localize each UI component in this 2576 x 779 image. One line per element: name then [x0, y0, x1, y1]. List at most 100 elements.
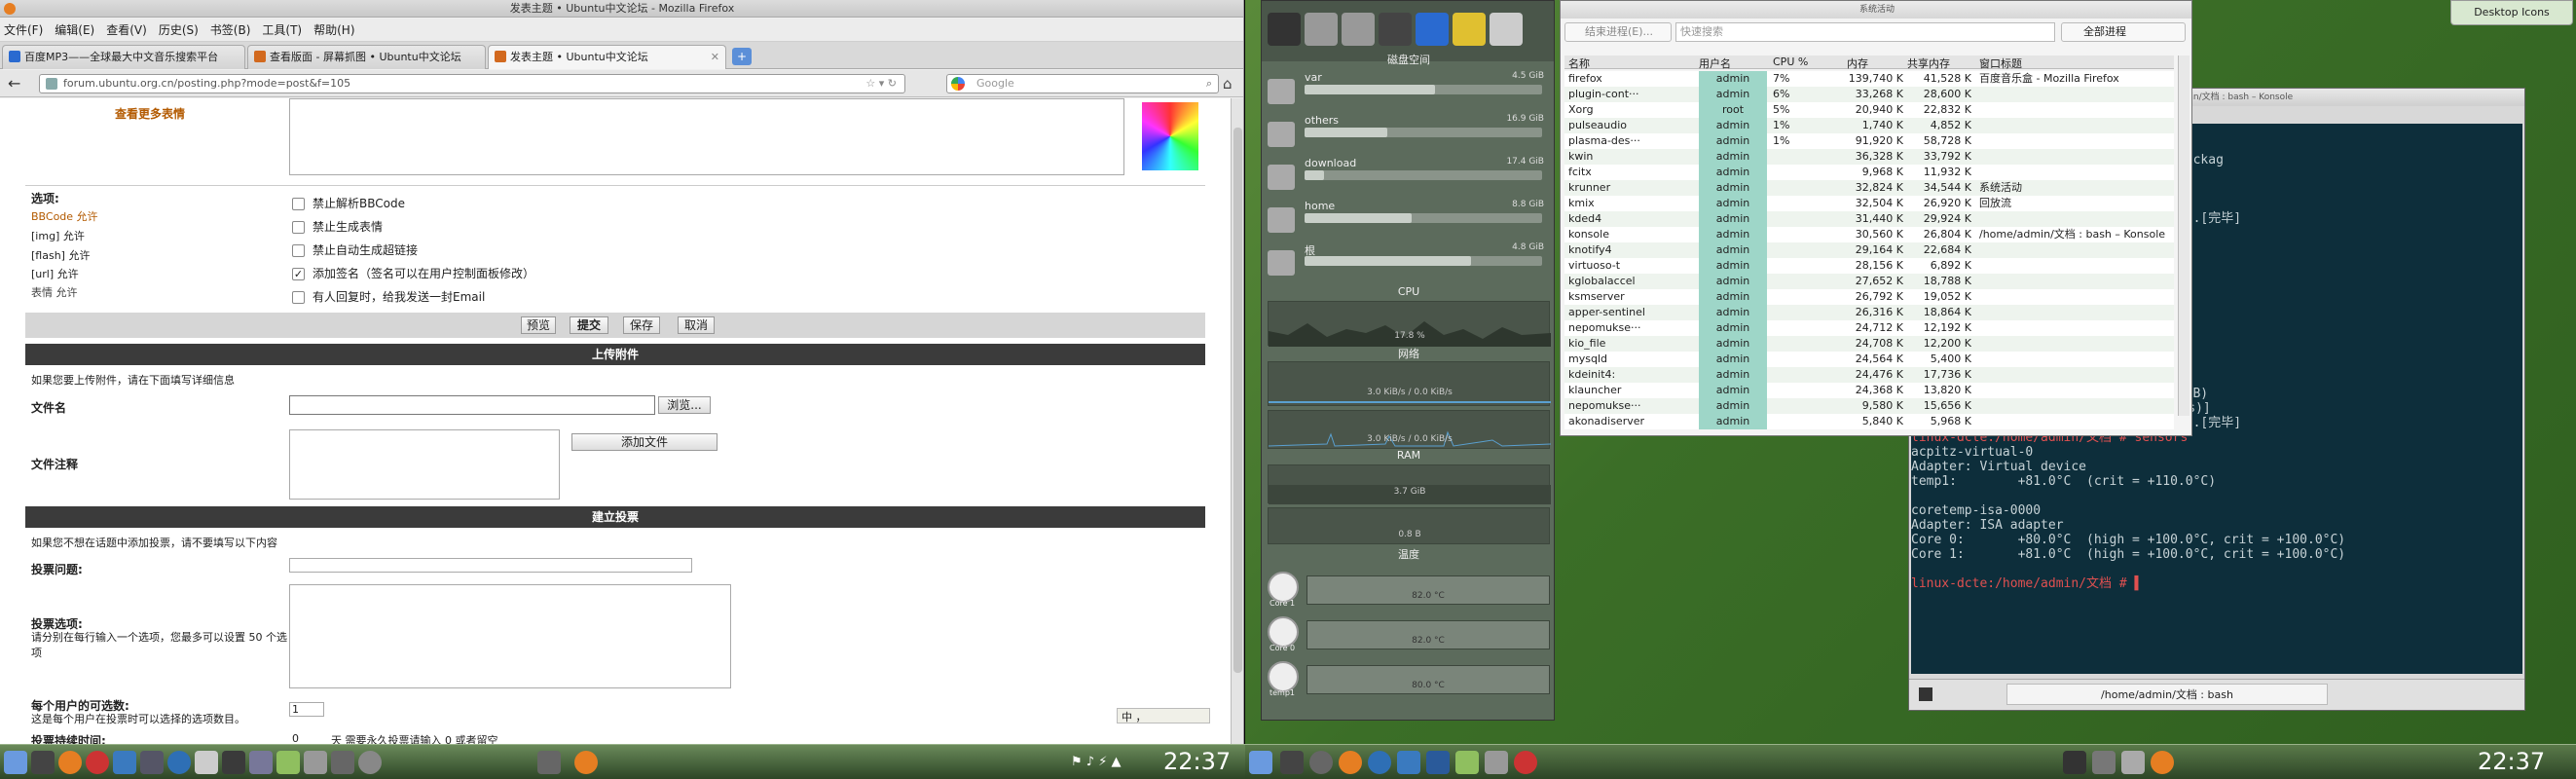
chrome-icon[interactable] — [86, 751, 109, 774]
menu-file[interactable]: 文件(F) — [4, 21, 43, 38]
process-row[interactable]: kmix admin 32,504 K 26,920 K 回放流 — [1564, 196, 2174, 211]
process-row[interactable]: ksmserver admin 26,792 K 19,052 K — [1564, 289, 2174, 305]
process-scope-select[interactable]: 全部进程 — [2061, 22, 2186, 42]
disk-icon[interactable] — [1268, 13, 1301, 46]
disc-icon[interactable] — [358, 751, 382, 774]
media-icon[interactable] — [331, 751, 354, 774]
tab-view-forum[interactable]: 查看版面 - 屏幕抓图 • Ubuntu中文论坛 — [247, 45, 486, 69]
browser-icon[interactable] — [167, 751, 191, 774]
home-icon[interactable]: ⌂ — [1223, 75, 1233, 93]
process-row[interactable]: nepomukse··· admin 24,712 K 12,192 K — [1564, 320, 2174, 336]
poll-question-input[interactable] — [289, 558, 692, 573]
calendar-icon[interactable] — [304, 751, 327, 774]
col-cpu[interactable]: CPU % — [1773, 56, 1808, 68]
desktop-icons-widget[interactable]: Desktop Icons — [2450, 0, 2573, 25]
tools-icon[interactable] — [195, 751, 218, 774]
firefox-launcher-icon[interactable] — [58, 751, 82, 774]
checkbox-box[interactable] — [292, 291, 305, 304]
firefox-task-icon[interactable] — [574, 751, 598, 774]
settings-icon[interactable] — [140, 751, 164, 774]
process-scrollbar[interactable] — [2178, 56, 2190, 416]
terminal-icon[interactable] — [31, 751, 55, 774]
process-row[interactable]: mysqld admin 24,564 K 5,400 K — [1564, 352, 2174, 367]
firefox-task-icon[interactable] — [2151, 751, 2174, 774]
gecko-icon[interactable] — [276, 751, 300, 774]
process-row[interactable]: virtuoso-t admin 28,156 K 6,892 K — [1564, 258, 2174, 274]
checkbox-disable-bbcode[interactable]: 禁止解析BBCode — [292, 195, 405, 211]
kde-menu-icon[interactable] — [4, 751, 27, 774]
terminal-app-icon[interactable] — [222, 751, 245, 774]
task-icon[interactable] — [2092, 751, 2116, 774]
disc-icon[interactable] — [1309, 751, 1333, 774]
cancel-button[interactable]: 取消 — [678, 316, 715, 334]
url-bar[interactable]: forum.ubuntu.org.cn/posting.php?mode=pos… — [39, 74, 905, 93]
browse-button[interactable]: 浏览... — [658, 396, 711, 414]
checkbox-checked-icon[interactable]: ✓ — [292, 268, 305, 280]
process-row[interactable]: krunner admin 32,824 K 34,544 K 系统活动 — [1564, 180, 2174, 196]
col-window-title[interactable]: 窗口标题 — [1979, 56, 2022, 71]
checkbox-disable-magic-url[interactable]: 禁止自动生成超链接 — [292, 241, 418, 258]
process-row[interactable]: fcitx admin 9,968 K 11,932 K — [1564, 165, 2174, 180]
tray-icons[interactable]: ⚑ ♪ ⚡ ▲ — [1071, 755, 1121, 769]
checkbox-box[interactable] — [292, 198, 305, 210]
col-user[interactable]: 用户名 — [1699, 56, 1731, 71]
process-row[interactable]: nepomukse··· admin 9,580 K 15,656 K — [1564, 398, 2174, 414]
task-terminal-icon[interactable] — [2063, 751, 2086, 774]
process-row[interactable]: plasma-des··· admin 1% 91,920 K 58,728 K — [1564, 133, 2174, 149]
new-tab-icon[interactable]: + — [732, 48, 752, 65]
menu-view[interactable]: 查看(V) — [106, 21, 147, 38]
col-shared[interactable]: 共享内存 — [1907, 56, 1950, 71]
gecko-icon[interactable] — [1455, 751, 1479, 774]
page-scrollbar[interactable] — [1231, 98, 1243, 756]
konqueror-icon[interactable] — [1426, 751, 1450, 774]
message-textarea[interactable] — [289, 98, 1124, 175]
process-row[interactable]: plugin-cont··· admin 6% 33,268 K 28,600 K — [1564, 87, 2174, 102]
per-user-input[interactable]: 1 — [289, 702, 324, 717]
save-button[interactable]: 保存 — [623, 316, 660, 334]
col-memory[interactable]: 内存 — [1847, 56, 1868, 71]
process-row[interactable]: kded4 admin 31,440 K 29,924 K — [1564, 211, 2174, 227]
chrome-icon[interactable] — [1514, 751, 1537, 774]
folder-icon[interactable] — [113, 751, 136, 774]
process-filter-input[interactable]: 快速搜索 — [1675, 22, 2055, 42]
col-name[interactable]: 名称 — [1568, 56, 1590, 71]
process-row[interactable]: firefox admin 7% 139,740 K 41,528 K 百度音乐盒 - M… — [1564, 71, 2174, 87]
color-palette[interactable] — [1142, 102, 1198, 170]
process-row[interactable]: kglobalaccel admin 27,652 K 18,788 K — [1564, 274, 2174, 289]
konqueror-icon[interactable] — [249, 751, 273, 774]
menu-tools[interactable]: 工具(T) — [262, 21, 302, 38]
browser-icon[interactable] — [1368, 751, 1391, 774]
process-row[interactable]: klauncher admin 24,368 K 13,820 K — [1564, 383, 2174, 398]
menu-edit[interactable]: 编辑(E) — [55, 21, 94, 38]
tab-baidu-mp3[interactable]: 百度MP3——全球最大中文音乐搜索平台 — [2, 45, 245, 69]
process-row[interactable]: konsole admin 30,560 K 26,804 K/home/admin/… — [1564, 227, 2174, 242]
option-bbcode[interactable]: BBCode 允许 — [31, 208, 98, 224]
back-arrow-icon[interactable]: ← — [8, 74, 20, 93]
checkbox-notify-email[interactable]: 有人回复时，给我发送一封Email — [292, 288, 485, 305]
ime-status[interactable]: 中 ， — [1117, 708, 1210, 723]
process-row[interactable]: pulseaudio admin 1% 1,740 K 4,852 K — [1564, 118, 2174, 133]
menu-bookmarks[interactable]: 书签(B) — [210, 21, 251, 38]
network-icon[interactable] — [1416, 13, 1449, 46]
process-row[interactable]: kio_file admin 24,708 K 12,200 K — [1564, 336, 2174, 352]
disk-icon[interactable] — [1453, 13, 1486, 46]
folder-icon[interactable] — [1397, 751, 1420, 774]
scrollbar-thumb[interactable] — [1233, 128, 1242, 673]
more-smilies-link[interactable]: 查看更多表情 — [115, 105, 185, 122]
preview-button[interactable]: 预览 — [521, 316, 556, 334]
process-row[interactable]: apper-sentinel admin 26,316 K 18,864 K — [1564, 305, 2174, 320]
add-file-button[interactable]: 添加文件 — [571, 433, 718, 451]
process-row[interactable]: kdeinit4: admin 24,476 K 17,736 K — [1564, 367, 2174, 383]
close-tab-icon[interactable]: ✕ — [711, 46, 719, 68]
poll-options-textarea[interactable] — [289, 584, 731, 688]
checkbox-box[interactable] — [292, 244, 305, 257]
clock[interactable]: 22:37 — [1163, 748, 1231, 775]
task-icon[interactable] — [537, 751, 561, 774]
process-row[interactable]: kwin admin 36,328 K 33,792 K — [1564, 149, 2174, 165]
process-row[interactable]: knotify4 admin 29,164 K 22,684 K — [1564, 242, 2174, 258]
tab-post-topic[interactable]: 发表主题 • Ubuntu中文论坛 ✕ — [488, 45, 726, 69]
terminal-icon[interactable] — [1280, 751, 1304, 774]
disk-icon[interactable] — [1305, 13, 1338, 46]
checkbox-attach-signature[interactable]: ✓ 添加签名（签名可以在用户控制面板修改） — [292, 265, 534, 281]
bookmark-star-icon[interactable]: ☆ ▾ ↻ — [865, 75, 897, 93]
